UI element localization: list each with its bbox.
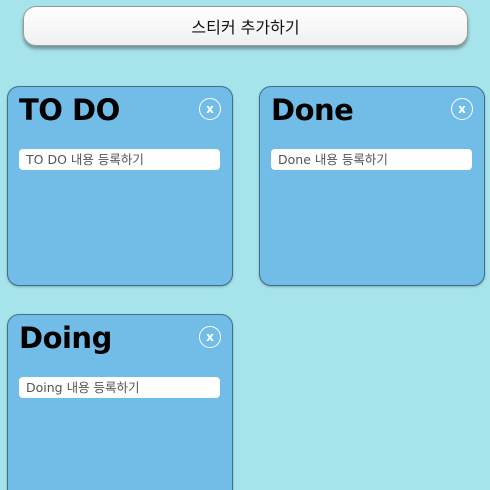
sticker-doing: Doing x — [7, 314, 233, 490]
sticker-title: TO DO — [19, 93, 120, 127]
sticker-title: Done — [271, 93, 354, 127]
close-icon[interactable]: x — [199, 98, 221, 120]
add-sticker-button[interactable]: 스티커 추가하기 — [23, 6, 468, 46]
sticker-board: 스티커 추가하기 TO DO x Done x Doing x — [0, 0, 490, 490]
sticker-content-input[interactable] — [271, 149, 472, 170]
close-icon[interactable]: x — [199, 326, 221, 348]
sticker-content-input[interactable] — [19, 149, 220, 170]
sticker-done: Done x — [259, 86, 485, 286]
close-icon[interactable]: x — [451, 98, 473, 120]
sticker-content-input[interactable] — [19, 377, 220, 398]
sticker-title: Doing — [19, 321, 112, 355]
sticker-todo: TO DO x — [7, 86, 233, 286]
